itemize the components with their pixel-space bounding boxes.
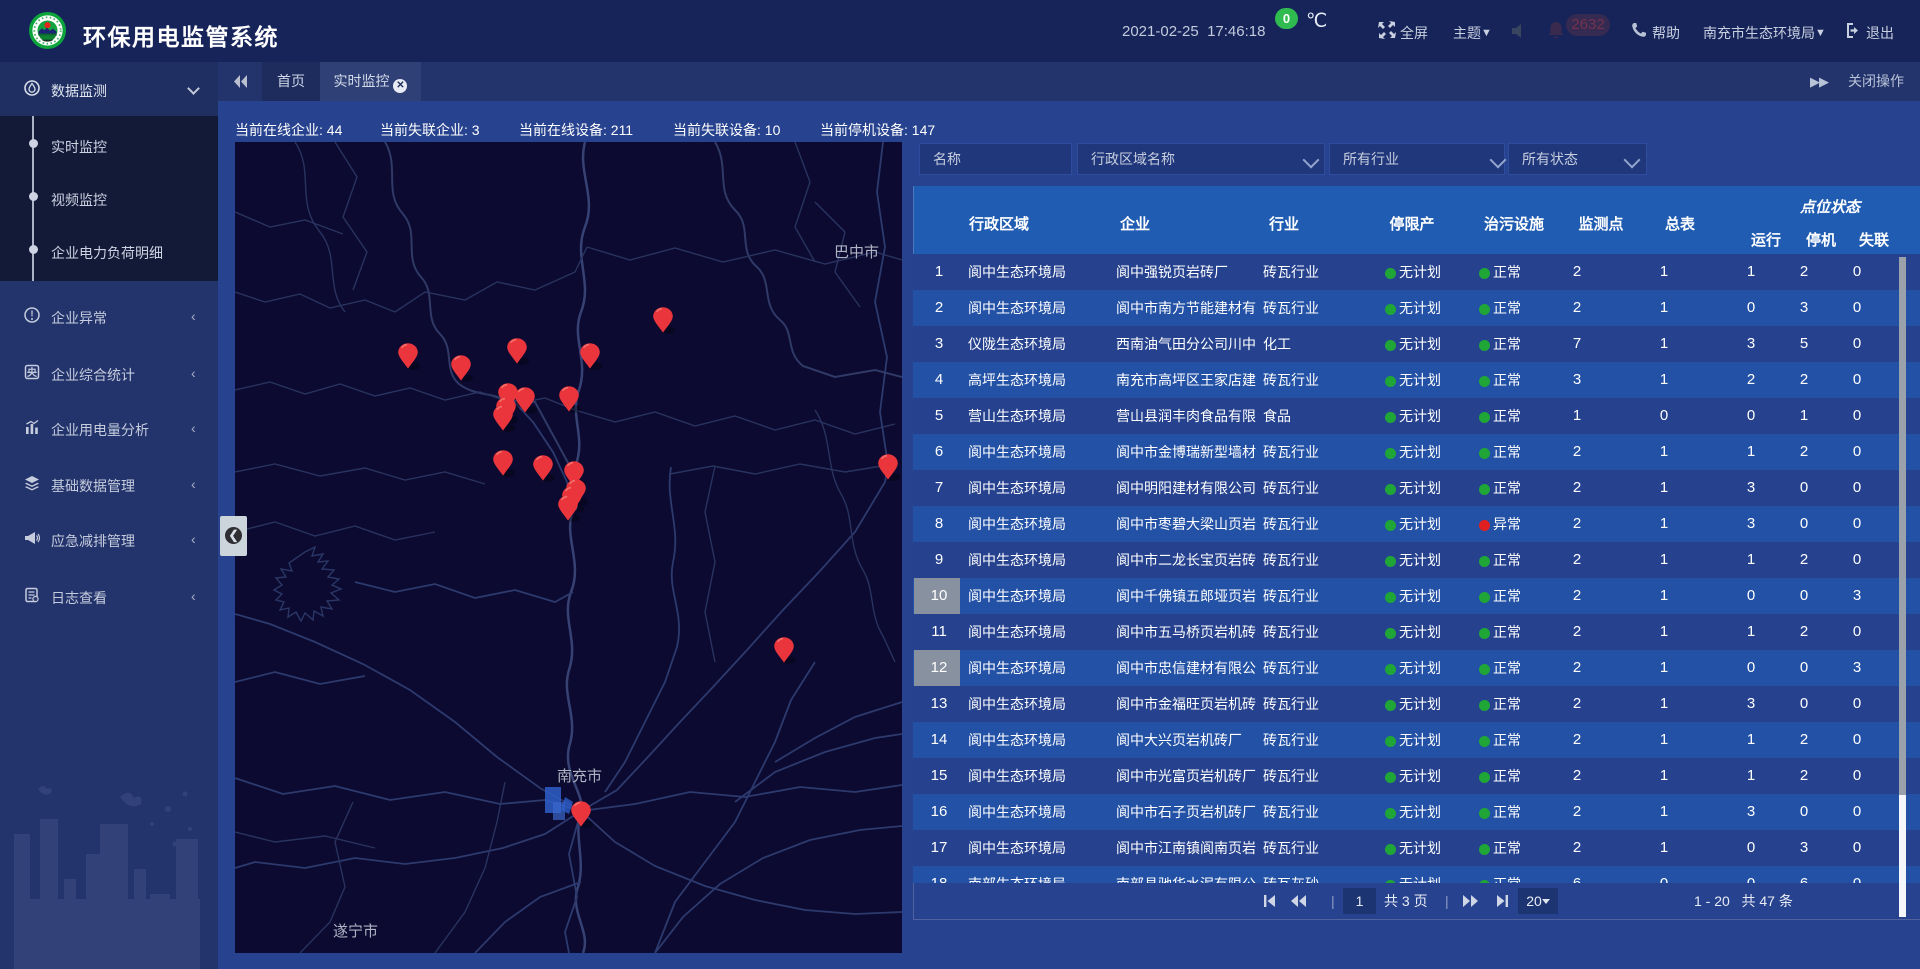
svg-text:央: 央	[27, 366, 38, 379]
